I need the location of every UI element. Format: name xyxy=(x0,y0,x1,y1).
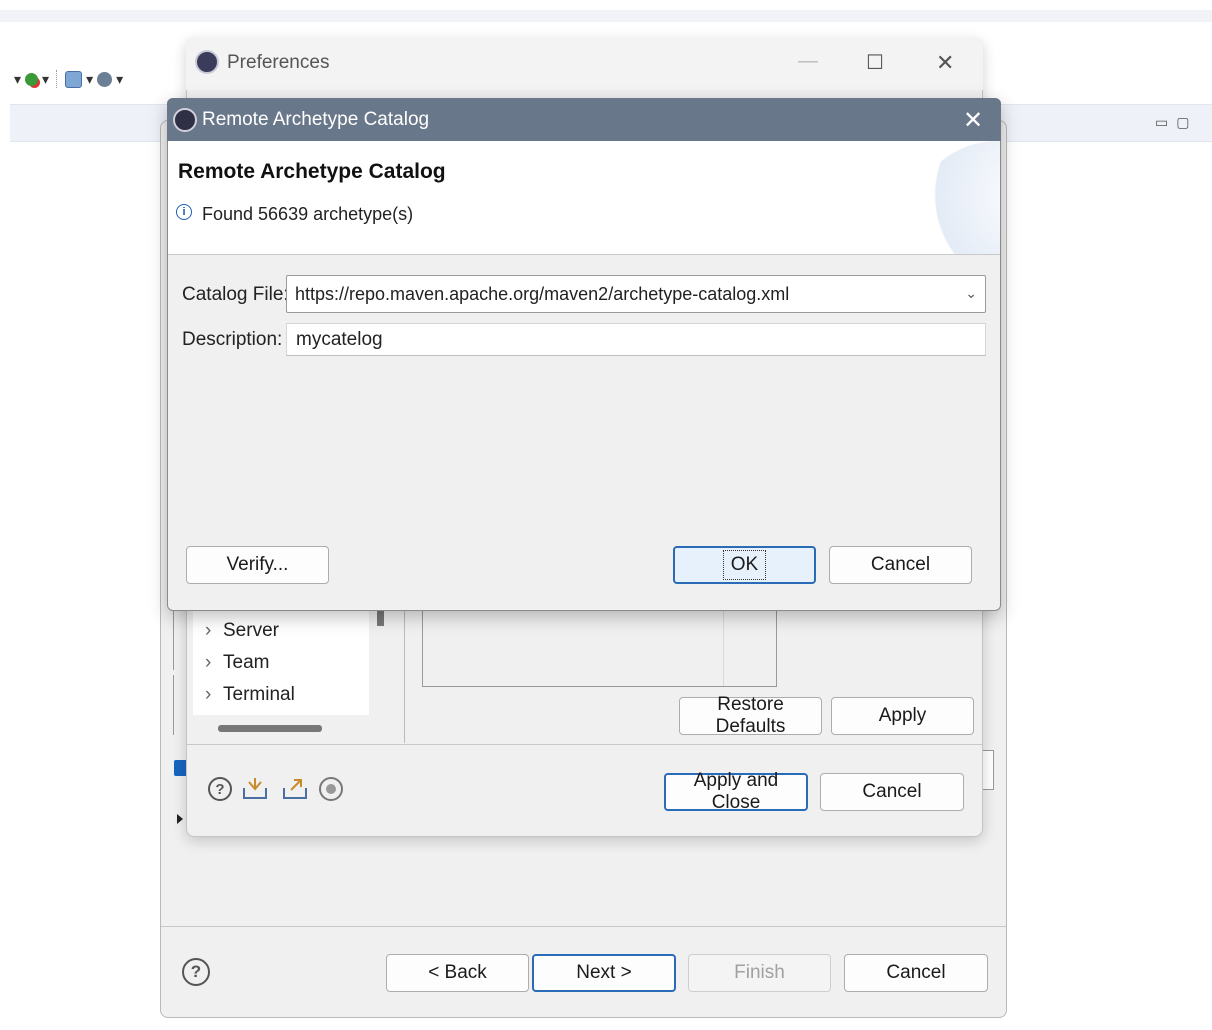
external-tools-icon[interactable] xyxy=(97,71,113,87)
tree-item-terminal[interactable]: › Terminal xyxy=(205,684,295,706)
finish-button[interactable]: Finish xyxy=(688,954,831,992)
restore-defaults-button[interactable]: Restore Defaults xyxy=(679,694,822,737)
close-icon[interactable]: ✕ xyxy=(936,50,954,76)
preferences-title: Preferences xyxy=(227,52,330,73)
eclipse-app-icon xyxy=(173,108,197,132)
chevron-right-icon[interactable]: › xyxy=(205,684,223,706)
expand-triangle-icon[interactable] xyxy=(177,814,183,824)
sash-divider[interactable] xyxy=(404,605,405,743)
chevron-right-icon[interactable]: › xyxy=(205,652,223,674)
remote-catalog-cancel-button[interactable]: Cancel xyxy=(829,546,972,584)
close-icon[interactable]: ✕ xyxy=(963,106,983,135)
remote-catalog-title: Remote Archetype Catalog xyxy=(202,109,430,130)
apply-and-close-button[interactable]: Apply and Close xyxy=(664,770,808,813)
panel-divider xyxy=(723,606,724,686)
dialog-header-banner xyxy=(168,141,1000,255)
catalog-file-value: https://repo.maven.apache.org/maven2/arc… xyxy=(295,283,790,304)
ok-button-label: OK xyxy=(722,550,767,580)
info-icon: i xyxy=(176,204,192,220)
minimize-icon[interactable]: — xyxy=(798,50,818,73)
maximize-icon[interactable]: ▢ xyxy=(1176,114,1197,130)
info-message: Found 56639 archetype(s) xyxy=(202,204,414,224)
description-label: Description: xyxy=(182,329,283,350)
description-value: mycatelog xyxy=(296,328,383,350)
wizard-button-separator xyxy=(161,926,1006,927)
dialog-heading: Remote Archetype Catalog xyxy=(178,160,446,183)
back-button[interactable]: < Back xyxy=(386,954,529,992)
help-icon[interactable]: ? xyxy=(205,776,235,804)
ok-button[interactable]: OK xyxy=(673,546,816,584)
tree-item-server[interactable]: › Server xyxy=(205,620,279,642)
apply-button[interactable]: Apply xyxy=(831,697,974,735)
dropdown-arrow-icon[interactable]: ▾ xyxy=(116,71,123,88)
next-button[interactable]: Next > xyxy=(532,954,676,992)
view-window-controls[interactable]: ▭▢ xyxy=(1155,114,1197,131)
record-icon[interactable] xyxy=(316,776,346,804)
wizard-side-control xyxy=(982,750,994,790)
main-toolbar: ▾ ▾ ▾ ▾ xyxy=(0,58,185,100)
chevron-down-icon[interactable]: ⌄ xyxy=(965,285,977,302)
wizard-group-border xyxy=(173,675,185,735)
dropdown-arrow-icon[interactable]: ▾ xyxy=(14,71,21,88)
toolbar-separator xyxy=(56,70,58,88)
catalog-file-label: Catalog File: xyxy=(182,284,289,305)
chevron-right-icon[interactable]: › xyxy=(205,620,223,642)
run-dropdown-icon[interactable] xyxy=(25,72,39,86)
preferences-cancel-button[interactable]: Cancel xyxy=(820,773,964,811)
window-top-band xyxy=(0,10,1212,22)
tree-vertical-scrollbar[interactable] xyxy=(377,610,384,626)
description-field[interactable]: mycatelog xyxy=(286,323,986,356)
eclipse-app-icon xyxy=(195,50,219,74)
export-icon[interactable] xyxy=(280,776,310,804)
preferences-button-separator xyxy=(187,744,982,745)
minimize-icon[interactable]: ▭ xyxy=(1155,114,1176,130)
dropdown-arrow-icon[interactable]: ▾ xyxy=(42,71,49,88)
wizard-group-border xyxy=(173,610,185,670)
help-icon[interactable]: ? xyxy=(182,958,210,986)
maximize-icon[interactable]: ☐ xyxy=(866,50,884,75)
banner-graphic xyxy=(908,141,1000,254)
wizard-cancel-button[interactable]: Cancel xyxy=(844,954,988,992)
import-icon[interactable] xyxy=(240,776,270,804)
new-server-icon[interactable] xyxy=(65,70,83,88)
dropdown-arrow-icon[interactable]: ▾ xyxy=(86,71,93,88)
catalog-file-combo[interactable]: https://repo.maven.apache.org/maven2/arc… xyxy=(286,275,986,313)
tree-horizontal-scrollbar[interactable] xyxy=(218,725,322,732)
verify-button[interactable]: Verify... xyxy=(186,546,329,584)
tree-item-team[interactable]: › Team xyxy=(205,652,269,674)
svg-text:?: ? xyxy=(215,781,224,798)
